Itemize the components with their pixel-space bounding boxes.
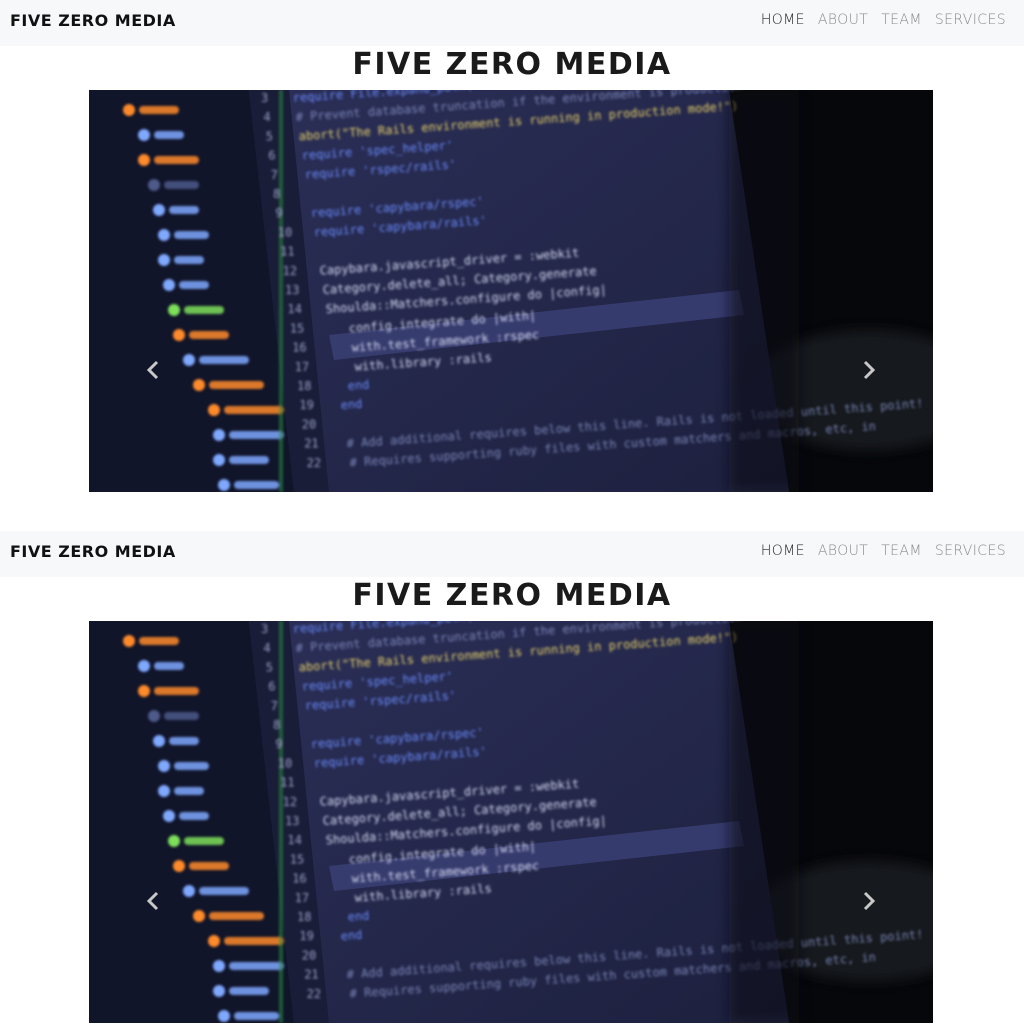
- code-line-number: 11: [280, 776, 294, 790]
- nav-link-team[interactable]: TEAM: [881, 543, 922, 559]
- code-line-number: 12: [283, 264, 297, 278]
- hero-title: FIVE ZERO MEDIA: [352, 47, 672, 82]
- code-line-number: 12: [283, 795, 297, 809]
- code-line-number: 4: [263, 110, 270, 124]
- nav-links: HOME ABOUT TEAM SERVICES: [761, 543, 1006, 559]
- code-line-number: 6: [268, 149, 275, 163]
- nav-link-about[interactable]: ABOUT: [818, 12, 868, 28]
- carousel-prev-button[interactable]: [141, 352, 165, 388]
- code-line: end: [340, 928, 363, 943]
- code-line-number: 10: [278, 225, 292, 239]
- code-line: end: [340, 397, 363, 412]
- nav-link-services[interactable]: SERVICES: [935, 543, 1006, 559]
- code-line-number: 3: [261, 622, 268, 636]
- code-line-number: 21: [304, 437, 318, 451]
- code-line-number: 8: [273, 718, 280, 732]
- navbar: FIVE ZERO MEDIA HOME ABOUT TEAM SERVICES: [0, 531, 1024, 577]
- code-line-number: 7: [271, 699, 278, 713]
- code-line-number: 20: [302, 948, 316, 962]
- code-line-number: 22: [307, 987, 321, 1001]
- code-line-number: 14: [287, 833, 301, 847]
- navbar: FIVE ZERO MEDIA HOME ABOUT TEAM SERVICES: [0, 0, 1024, 46]
- code-line-number: 9: [275, 737, 282, 751]
- code-line-number: 11: [280, 245, 294, 259]
- carousel-prev-button[interactable]: [141, 883, 165, 919]
- chevron-right-icon: [863, 360, 876, 380]
- code-line-number: 7: [271, 168, 278, 182]
- nav-link-services[interactable]: SERVICES: [935, 12, 1006, 28]
- code-line-number: 5: [266, 660, 273, 674]
- nav-link-home[interactable]: HOME: [761, 543, 805, 559]
- code-line-number: 17: [295, 891, 309, 905]
- code-line: end: [347, 378, 370, 393]
- nav-link-team[interactable]: TEAM: [881, 12, 922, 28]
- carousel-next-button[interactable]: [857, 883, 881, 919]
- image-carousel[interactable]: 345678910111213141516171819202122require…: [89, 90, 933, 492]
- code-line-number: 13: [285, 283, 299, 297]
- code-line-number: 22: [307, 456, 321, 470]
- carousel-next-button[interactable]: [857, 352, 881, 388]
- brand-logo[interactable]: FIVE ZERO MEDIA: [10, 542, 176, 561]
- chevron-left-icon: [146, 891, 159, 911]
- code-line-number: 17: [295, 360, 309, 374]
- page-view-top: FIVE ZERO MEDIA HOME ABOUT TEAM SERVICES…: [0, 0, 1024, 531]
- code-line-number: 16: [292, 872, 306, 886]
- code-line-number: 14: [287, 302, 301, 316]
- page-view-bottom: FIVE ZERO MEDIA HOME ABOUT TEAM SERVICES…: [0, 531, 1024, 1024]
- code-line-number: 5: [266, 129, 273, 143]
- code-line-number: 19: [299, 398, 313, 412]
- code-line-number: 8: [273, 187, 280, 201]
- code-line-number: 6: [268, 680, 275, 694]
- chevron-left-icon: [146, 360, 159, 380]
- code-line-number: 21: [304, 968, 318, 982]
- code-line-number: 4: [263, 641, 270, 655]
- code-screen-photo: 345678910111213141516171819202122require…: [89, 90, 933, 492]
- code-line-number: 16: [292, 341, 306, 355]
- code-line-number: 9: [275, 206, 282, 220]
- code-line-number: 20: [302, 417, 316, 431]
- code-line-number: 13: [285, 814, 299, 828]
- brand-logo[interactable]: FIVE ZERO MEDIA: [10, 11, 176, 30]
- nav-link-home[interactable]: HOME: [761, 12, 805, 28]
- code-line-number: 19: [299, 929, 313, 943]
- nav-links: HOME ABOUT TEAM SERVICES: [761, 12, 1006, 28]
- image-carousel[interactable]: 345678910111213141516171819202122require…: [89, 621, 933, 1023]
- chevron-right-icon: [863, 891, 876, 911]
- code-line-number: 15: [290, 321, 304, 335]
- code-line-number: 18: [297, 910, 311, 924]
- code-line-number: 18: [297, 379, 311, 393]
- code-line-number: 15: [290, 852, 304, 866]
- code-line-number: 10: [278, 756, 292, 770]
- code-screen-photo: 345678910111213141516171819202122require…: [89, 621, 933, 1023]
- hero-title: FIVE ZERO MEDIA: [352, 578, 672, 613]
- code-line: end: [347, 909, 370, 924]
- code-line-number: 3: [261, 91, 268, 105]
- nav-link-about[interactable]: ABOUT: [818, 543, 868, 559]
